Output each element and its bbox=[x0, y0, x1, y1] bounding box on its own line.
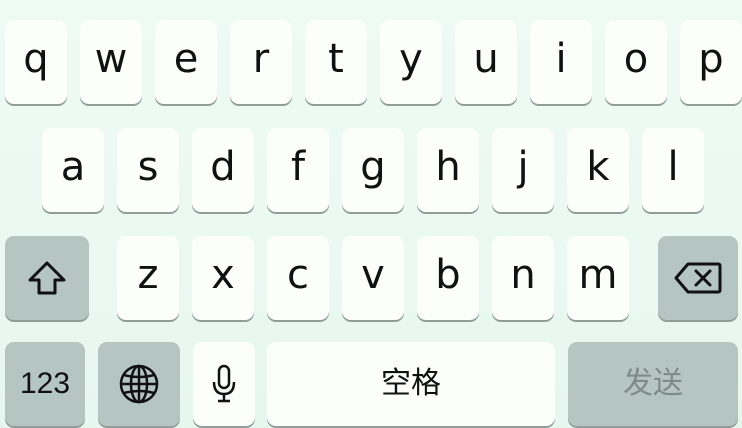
space-key[interactable]: 空格 bbox=[267, 342, 555, 426]
key-g[interactable]: g bbox=[342, 128, 404, 212]
globe-key[interactable] bbox=[98, 342, 180, 426]
key-d[interactable]: d bbox=[192, 128, 254, 212]
key-label: s bbox=[137, 144, 159, 190]
key-u[interactable]: u bbox=[455, 20, 517, 104]
key-label: g bbox=[360, 144, 386, 190]
key-label: o bbox=[623, 36, 649, 82]
key-label: l bbox=[667, 144, 679, 190]
key-k[interactable]: k bbox=[567, 128, 629, 212]
key-x[interactable]: x bbox=[192, 236, 254, 320]
send-key[interactable]: 发送 bbox=[568, 342, 738, 426]
key-label: b bbox=[435, 252, 461, 298]
key-f[interactable]: f bbox=[267, 128, 329, 212]
key-c[interactable]: c bbox=[267, 236, 329, 320]
key-label: n bbox=[510, 252, 536, 298]
key-label: z bbox=[137, 252, 159, 298]
key-label: k bbox=[586, 144, 610, 190]
key-t[interactable]: t bbox=[305, 20, 367, 104]
globe-icon bbox=[118, 363, 160, 405]
key-label: i bbox=[555, 36, 567, 82]
key-e[interactable]: e bbox=[155, 20, 217, 104]
key-l[interactable]: l bbox=[642, 128, 704, 212]
key-label: t bbox=[328, 36, 344, 82]
key-label: x bbox=[211, 252, 235, 298]
key-label: d bbox=[210, 144, 236, 190]
key-label: f bbox=[290, 144, 306, 190]
key-label: q bbox=[23, 36, 49, 82]
key-o[interactable]: o bbox=[605, 20, 667, 104]
key-v[interactable]: v bbox=[342, 236, 404, 320]
key-label: j bbox=[517, 144, 529, 190]
key-i[interactable]: i bbox=[530, 20, 592, 104]
send-label: 发送 bbox=[623, 366, 683, 401]
numbers-key[interactable]: 123 bbox=[5, 342, 85, 426]
key-label: u bbox=[473, 36, 499, 82]
key-label: a bbox=[60, 144, 86, 190]
key-p[interactable]: p bbox=[680, 20, 742, 104]
key-label: c bbox=[287, 252, 309, 298]
key-h[interactable]: h bbox=[417, 128, 479, 212]
keyboard: q w e r t y u i o p a s d f g h j k l z … bbox=[0, 0, 742, 428]
key-n[interactable]: n bbox=[492, 236, 554, 320]
microphone-key[interactable] bbox=[193, 342, 255, 426]
delete-key[interactable] bbox=[658, 236, 738, 320]
key-a[interactable]: a bbox=[42, 128, 104, 212]
key-label: w bbox=[94, 36, 128, 82]
key-m[interactable]: m bbox=[567, 236, 629, 320]
space-label: 空格 bbox=[381, 366, 441, 401]
key-j[interactable]: j bbox=[492, 128, 554, 212]
shift-key[interactable] bbox=[5, 236, 89, 320]
key-label: e bbox=[173, 36, 199, 82]
backspace-icon bbox=[674, 261, 722, 295]
key-label: r bbox=[252, 36, 270, 82]
key-z[interactable]: z bbox=[117, 236, 179, 320]
key-r[interactable]: r bbox=[230, 20, 292, 104]
key-label: p bbox=[698, 36, 724, 82]
key-label: v bbox=[361, 252, 385, 298]
key-q[interactable]: q bbox=[5, 20, 67, 104]
numbers-label: 123 bbox=[19, 367, 71, 400]
key-w[interactable]: w bbox=[80, 20, 142, 104]
key-s[interactable]: s bbox=[117, 128, 179, 212]
key-label: m bbox=[578, 252, 618, 298]
key-label: y bbox=[399, 36, 423, 82]
microphone-icon bbox=[211, 364, 237, 404]
key-b[interactable]: b bbox=[417, 236, 479, 320]
key-y[interactable]: y bbox=[380, 20, 442, 104]
key-label: h bbox=[435, 144, 461, 190]
shift-arrow-icon bbox=[27, 260, 67, 296]
